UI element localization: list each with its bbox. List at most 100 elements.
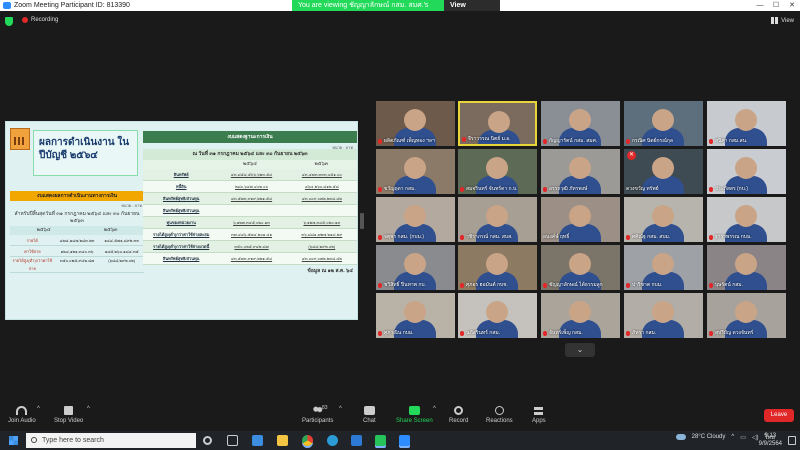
audio-options-chevron-icon[interactable]: ^ — [37, 406, 40, 412]
participant-video-tile[interactable]: ชัญญาลักษณ์ ได้ธรรมลูก — [541, 245, 620, 290]
participant-video-tile[interactable]: ปาริชาต กบม. — [624, 245, 703, 290]
edge-icon[interactable] — [327, 435, 338, 446]
maximize-button[interactable]: ☐ — [768, 0, 784, 11]
recording-indicator[interactable]: Recording — [22, 17, 58, 23]
performance-table: งบแสดงผลการดำเนินงานทางการเงิน หน่วย : บ… — [10, 191, 144, 273]
mail-icon[interactable] — [351, 435, 362, 446]
store-icon[interactable] — [252, 435, 263, 446]
grid-view-icon — [771, 17, 779, 24]
shared-screen[interactable]: ผลการดำเนินงาน ในปีบัญชี ๒๕๖๔ งบแสดงผลกา… — [5, 121, 358, 320]
participant-name: ปาริชาต กบม. — [632, 282, 663, 288]
participant-name-tag: ศศิณัฐ กสม. สบม. — [626, 233, 701, 241]
muted-mic-icon — [543, 138, 547, 144]
muted-mic-icon — [626, 234, 630, 240]
participant-video-tile[interactable]: จตุพร กสม. (กบม.) — [376, 197, 455, 242]
windows-start-icon[interactable] — [9, 436, 18, 445]
chat-icon — [363, 406, 375, 415]
participant-video-tile[interactable]: สุปรียัญ ดวงจันทร์ — [707, 293, 786, 338]
participant-video-tile[interactable]: ภัทรา กสม. — [624, 293, 703, 338]
participant-name: นภัสรินทร์ กสม. — [466, 330, 501, 336]
participants-chevron-icon[interactable]: ^ — [339, 406, 342, 412]
tray-up-chevron-icon[interactable]: ^ — [731, 434, 734, 440]
minimize-button[interactable]: — — [752, 0, 768, 11]
view-label: View — [781, 17, 794, 24]
share-options-chevron-icon[interactable]: ^ — [433, 406, 436, 412]
stop-video-button[interactable]: Stop Video — [54, 406, 83, 424]
muted-mic-icon — [709, 234, 713, 240]
participant-video-tile[interactable]: จีราวรรณ นิตย์ ม.อ. — [458, 101, 537, 146]
participant-name-tag: ชวิสิทธิ์ ปิ่นทาพ กบ. — [378, 281, 453, 289]
reactions-icon — [494, 406, 504, 415]
apps-button[interactable]: Apps — [532, 406, 546, 424]
participant-video-tile[interactable]: อรรถวุฒิ ภัทรพงษ์ — [541, 149, 620, 194]
participant-video-tile[interactable]: กรณิศ นิตย์กรณ์กุล — [624, 101, 703, 146]
chat-button[interactable]: Chat — [363, 406, 376, 424]
financial-position-date: ณ วันที่ ๓๑ กรกฎาคม ๒๕๖๔ และ ๓๐ กันยายน … — [143, 149, 357, 160]
participant-video-tile[interactable]: อนงค์ษ์ ฤทธิ์ — [541, 197, 620, 242]
participant-name-tag: อนงค์ษ์ ฤทธิ์ — [543, 233, 618, 241]
participant-name: สุนิศา กสม.สน. — [715, 138, 748, 144]
reactions-button[interactable]: Reactions — [486, 406, 513, 424]
weather-text[interactable]: 28°C Cloudy — [692, 434, 726, 440]
row-label: รายได้สูง(ต่ำ)กว่าค่าใช้จ่ายสะสม — [152, 232, 210, 237]
split-view-handle[interactable] — [360, 213, 364, 229]
video-options-chevron-icon[interactable]: ^ — [87, 406, 90, 412]
participant-video-tile[interactable]: ฐาราพรรณ กบม. — [707, 197, 786, 242]
participant-video-tile[interactable]: ขวัญฤดา กสม. — [376, 149, 455, 194]
view-button[interactable]: View — [771, 17, 794, 24]
participant-video-tile[interactable]: ศศิณัฐ กสม. สบม. — [624, 197, 703, 242]
row-label: รายได้สูง(ต่ำ)กว่าค่าใช้จ่าย — [12, 258, 53, 271]
view-options-button[interactable]: View Options ▾ — [444, 0, 500, 20]
taskbar-clock[interactable]: 9:13 9/9/2564 — [759, 432, 782, 448]
participant-video-tile[interactable]: สมจรินทร์ จันทร์ดา ก.บ. — [458, 149, 537, 194]
muted-mic-icon — [626, 282, 630, 288]
table-row: สินทรัพย์สุทธิ/ส่วนทุน — [143, 205, 357, 217]
cortana-icon[interactable] — [203, 436, 212, 445]
participant-video-tile[interactable]: ศูภาณิน กบม. — [376, 293, 455, 338]
security-shield-icon[interactable] — [5, 17, 13, 26]
participant-video-tile[interactable]: นภัสรินทร์ กสม. — [458, 293, 537, 338]
participant-video-tile[interactable]: ผลิตภัณฑ์ เพ็ญทอง ฯลฯ — [376, 101, 455, 146]
leave-button[interactable]: Leave — [764, 409, 794, 422]
participant-name: บุษรัตน์ กสม. — [715, 282, 743, 288]
muted-mic-icon — [460, 234, 464, 240]
task-view-icon[interactable] — [227, 435, 238, 446]
participant-face — [652, 253, 674, 275]
gallery-page-down-button[interactable]: ⌄ — [565, 343, 595, 357]
participant-face — [735, 301, 757, 323]
participant-face — [404, 253, 426, 275]
chrome-icon[interactable] — [302, 435, 313, 446]
participant-face — [486, 205, 508, 227]
join-audio-button[interactable]: Join Audio — [8, 406, 36, 424]
volume-icon[interactable]: ◁) — [752, 434, 759, 441]
participants-button[interactable]: 83 Participants — [302, 405, 333, 424]
cell-value: ๔๖๔,๒๖๐,๘๑๒.๕๘ — [304, 184, 339, 189]
cell-value: ๔๓,๐๐๙,๐๗๒,๒๓๘.๔๒ — [301, 196, 342, 201]
line-icon[interactable] — [375, 435, 386, 446]
share-screen-button[interactable]: Share Screen — [396, 406, 433, 424]
participant-face — [488, 111, 510, 133]
file-explorer-icon[interactable] — [277, 435, 288, 446]
participant-name-tag: สมจรินทร์ จันทร์ดา ก.บ. — [460, 185, 535, 193]
record-button[interactable]: Record — [449, 406, 468, 424]
participant-name: ภัทรา กสม. — [632, 330, 657, 336]
participant-video-tile[interactable]: กัญญารัตน์ กสม. สมศ. — [541, 101, 620, 146]
participant-video-tile[interactable]: วชิราภรณ์ กสม. สบส. — [458, 197, 537, 242]
taskbar-search-input[interactable]: Type here to search — [26, 433, 196, 448]
network-icon[interactable]: ▭ — [740, 434, 746, 441]
notification-icon[interactable] — [788, 436, 796, 445]
participant-video-tile[interactable]: สุนิศา กสม.สน. — [707, 101, 786, 146]
participant-name-tag: กรณิศ นิตย์กรณ์กุล — [626, 137, 701, 145]
participant-video-tile[interactable]: ชวิสิทธิ์ ปิ่นทาพ กบ. — [376, 245, 455, 290]
cell-value: ๔๗๔,๑๔๗,๒๘๓.๒๓ — [59, 238, 95, 243]
participant-face — [569, 109, 591, 131]
close-button[interactable]: ✕ — [784, 0, 800, 11]
participant-video-tile[interactable]: บุษรัตน์ กสม. — [707, 245, 786, 290]
participant-video-tile[interactable]: ✕ ดวงขวัญ ทรัพย์ — [624, 149, 703, 194]
join-audio-label: Join Audio — [8, 418, 36, 424]
participant-video-tile[interactable]: จันทร์เพ็ญ กสม. — [541, 293, 620, 338]
participant-video-tile[interactable]: ประภัสสร (กบ.) — [707, 149, 786, 194]
clock-time: 9:13 — [764, 433, 777, 439]
zoom-taskbar-icon[interactable] — [399, 435, 410, 446]
participant-video-tile[interactable]: ศุภอร ฮอมันต์ กบช. — [458, 245, 537, 290]
